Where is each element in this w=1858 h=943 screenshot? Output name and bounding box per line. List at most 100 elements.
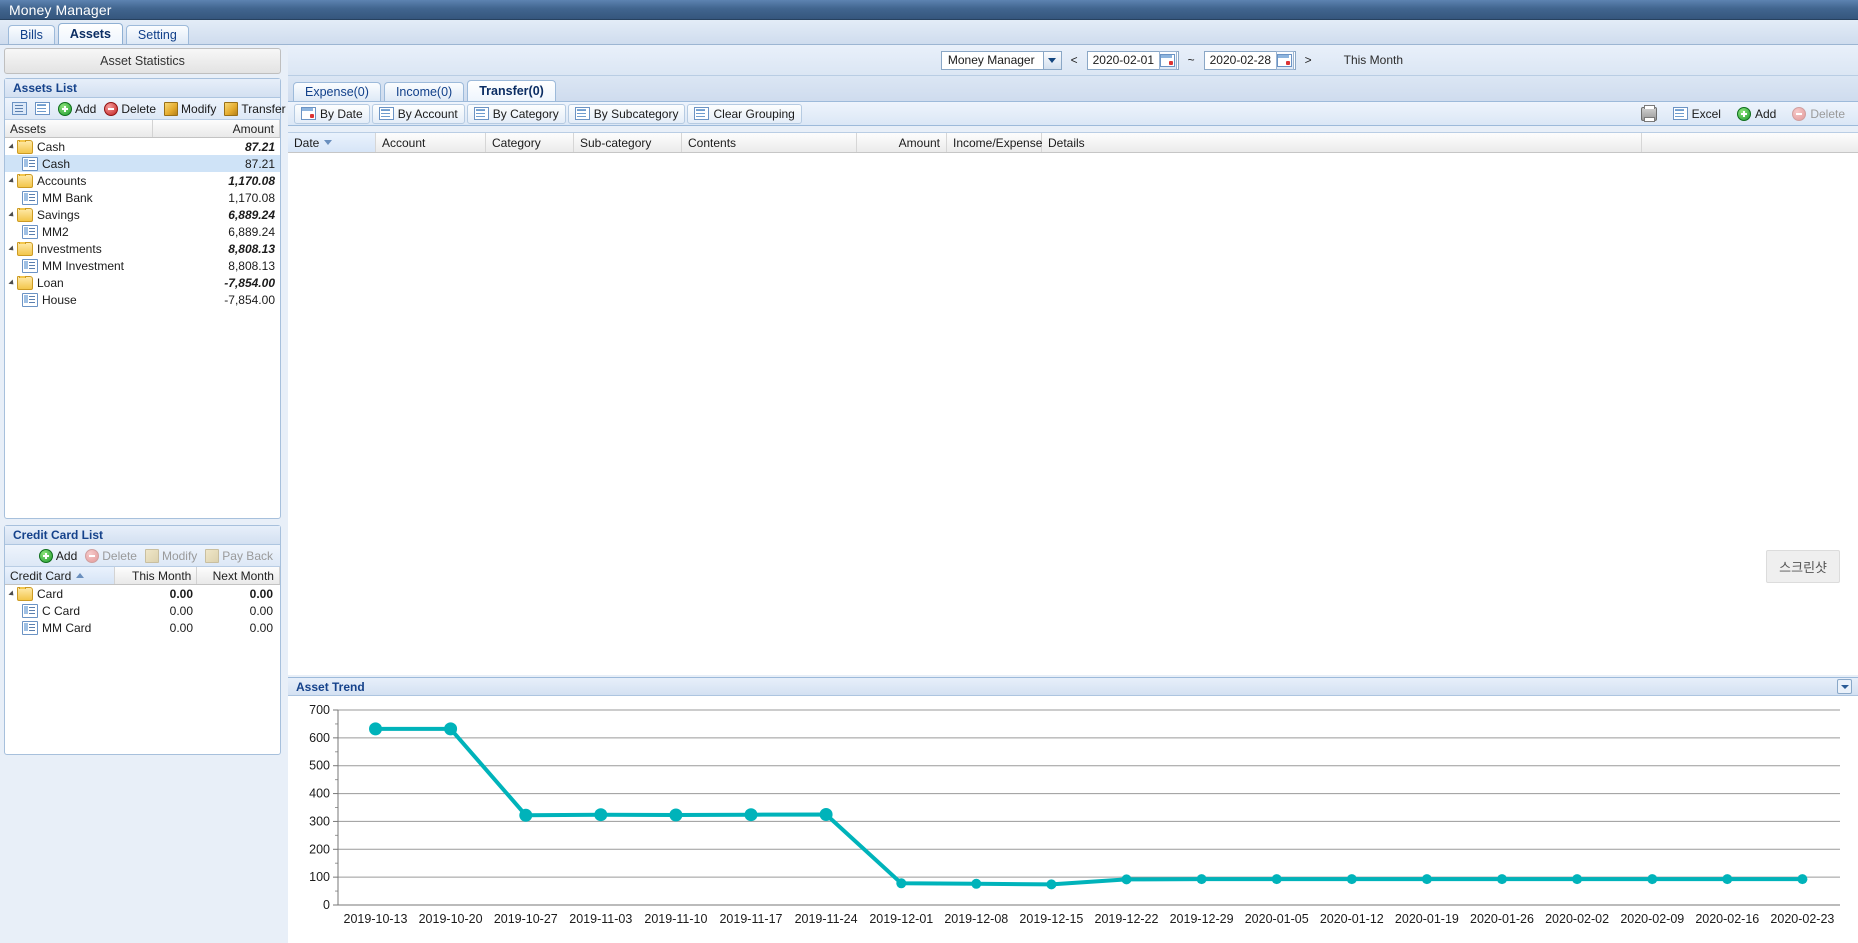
assets-row-amount: 8,808.13 (228, 241, 275, 256)
assets-transfer-button[interactable]: Transfer (220, 101, 289, 117)
expand-arrow-icon[interactable] (8, 244, 16, 253)
delete-icon (85, 548, 100, 563)
table-row[interactable]: C Card 0.00 0.00 (5, 602, 280, 619)
excel-export-button[interactable]: Excel (1666, 104, 1728, 124)
chevron-down-icon[interactable] (1042, 51, 1061, 69)
collapse-icon[interactable] (1837, 679, 1852, 694)
assets-add-button[interactable]: Add (54, 101, 100, 117)
table-row[interactable]: MM Investment 8,808.13 (5, 257, 280, 274)
data-point[interactable] (1647, 874, 1658, 885)
table-row[interactable]: Cash 87.21 (5, 138, 280, 155)
assets-list-title-text: Assets List (13, 81, 78, 95)
table-row[interactable]: Investments 8,808.13 (5, 240, 280, 257)
grid-delete-button[interactable]: Delete (1785, 104, 1852, 124)
column-header-income-expense[interactable]: Income/Expense (947, 133, 1042, 152)
credit-col-next-month[interactable]: Next Month (197, 567, 280, 584)
credit-add-button[interactable]: Add (35, 548, 81, 564)
data-point[interactable] (1572, 874, 1583, 885)
data-point[interactable] (971, 878, 982, 889)
table-row[interactable]: MM Card 0.00 0.00 (5, 619, 280, 636)
date-to-input[interactable]: 2020-02-28 (1203, 50, 1296, 70)
tab-bills[interactable]: Bills (8, 25, 55, 44)
table-row[interactable]: Cash 87.21 (5, 155, 280, 172)
expand-arrow-icon[interactable] (8, 142, 16, 151)
data-point[interactable] (444, 722, 458, 736)
data-point[interactable] (896, 878, 907, 889)
data-point[interactable] (1421, 874, 1432, 885)
excel-label: Excel (1691, 106, 1721, 121)
assets-list-view-button[interactable] (8, 101, 31, 116)
expand-arrow-icon[interactable] (8, 210, 16, 219)
data-point[interactable] (1046, 879, 1057, 890)
account-select-value: Money Manager (947, 53, 1035, 67)
credit-col-card[interactable]: Credit Card (5, 567, 115, 584)
column-header-sub-category[interactable]: Sub-category (574, 133, 682, 152)
data-point[interactable] (1346, 874, 1357, 885)
data-point[interactable] (819, 808, 833, 821)
data-point[interactable] (1497, 874, 1507, 885)
table-row[interactable]: Card 0.00 0.00 (5, 585, 280, 602)
data-point[interactable] (594, 808, 608, 822)
tab-transfer[interactable]: Transfer(0) (467, 80, 556, 101)
table-row[interactable]: MM2 6,889.24 (5, 223, 280, 240)
group-by-subcategory-button[interactable]: By Subcategory (567, 103, 686, 124)
prev-period-button[interactable]: < (1069, 53, 1080, 67)
expand-arrow-icon[interactable] (8, 278, 16, 287)
range-separator: ~ (1187, 53, 1195, 67)
account-select[interactable]: Money Manager (940, 50, 1062, 70)
tab-setting[interactable]: Setting (125, 25, 189, 44)
data-point[interactable] (369, 722, 382, 736)
column-header-label: Contents (688, 135, 737, 150)
tab-income[interactable]: Income(0) (383, 82, 465, 101)
credit-col-this-month[interactable]: This Month (115, 567, 198, 584)
column-header-amount[interactable]: Amount (857, 133, 947, 152)
credit-delete-button[interactable]: Delete (81, 548, 141, 564)
clear-grouping-button[interactable]: Clear Grouping (687, 103, 802, 124)
print-button[interactable] (1634, 104, 1664, 124)
assets-row-amount: 87.21 (244, 156, 275, 171)
column-header-details[interactable]: Details (1042, 133, 1642, 152)
assets-delete-button[interactable]: Delete (100, 101, 160, 117)
credit-modify-button[interactable]: Modify (141, 548, 201, 564)
column-header-contents[interactable]: Contents (682, 133, 857, 152)
assets-modify-button[interactable]: Modify (160, 101, 220, 117)
next-period-button[interactable]: > (1303, 53, 1314, 67)
asset-statistics-button[interactable]: Asset Statistics (4, 48, 281, 74)
assets-col-assets[interactable]: Assets (5, 120, 153, 137)
assets-row-name: MM2 (42, 224, 69, 239)
data-point[interactable] (1722, 874, 1733, 885)
column-header-category[interactable]: Category (486, 133, 574, 152)
table-row[interactable]: House -7,854.00 (5, 291, 280, 308)
assets-row-name-cell: Loan (5, 275, 156, 290)
group-by-date-button[interactable]: By Date (294, 103, 370, 124)
table-row[interactable]: Accounts 1,170.08 (5, 172, 280, 189)
data-point[interactable] (669, 808, 683, 822)
folder-icon (17, 241, 33, 256)
table-row[interactable]: Loan -7,854.00 (5, 274, 280, 291)
table-row[interactable]: Savings 6,889.24 (5, 206, 280, 223)
date-from-input[interactable]: 2020-02-01 (1086, 50, 1179, 70)
data-point[interactable] (744, 808, 758, 822)
tab-assets[interactable]: Assets (57, 23, 123, 44)
credit-payback-button[interactable]: Pay Back (201, 548, 277, 564)
column-header-date[interactable]: Date (288, 133, 376, 152)
expand-arrow-icon[interactable] (8, 176, 16, 185)
tab-expense[interactable]: Expense(0) (293, 82, 381, 101)
assets-tree-view-button[interactable] (31, 101, 54, 116)
expand-arrow-icon[interactable] (8, 589, 16, 598)
calendar-icon[interactable] (1158, 50, 1177, 70)
data-point[interactable] (519, 808, 533, 822)
x-axis-tick-label: 2019-12-15 (1019, 912, 1083, 926)
group-by-account-button[interactable]: By Account (371, 103, 465, 124)
group-by-category-button[interactable]: By Category (466, 103, 566, 124)
assets-col-amount[interactable]: Amount (153, 120, 280, 137)
data-point[interactable] (1196, 874, 1207, 885)
data-point[interactable] (1797, 874, 1808, 885)
grid-add-button[interactable]: Add (1730, 104, 1783, 124)
table-row[interactable]: MM Bank 1,170.08 (5, 189, 280, 206)
calendar-icon[interactable] (1275, 50, 1294, 70)
data-point[interactable] (1121, 874, 1132, 885)
credit-row-name-cell: C Card (5, 603, 118, 618)
column-header-account[interactable]: Account (376, 133, 486, 152)
data-point[interactable] (1271, 874, 1282, 885)
